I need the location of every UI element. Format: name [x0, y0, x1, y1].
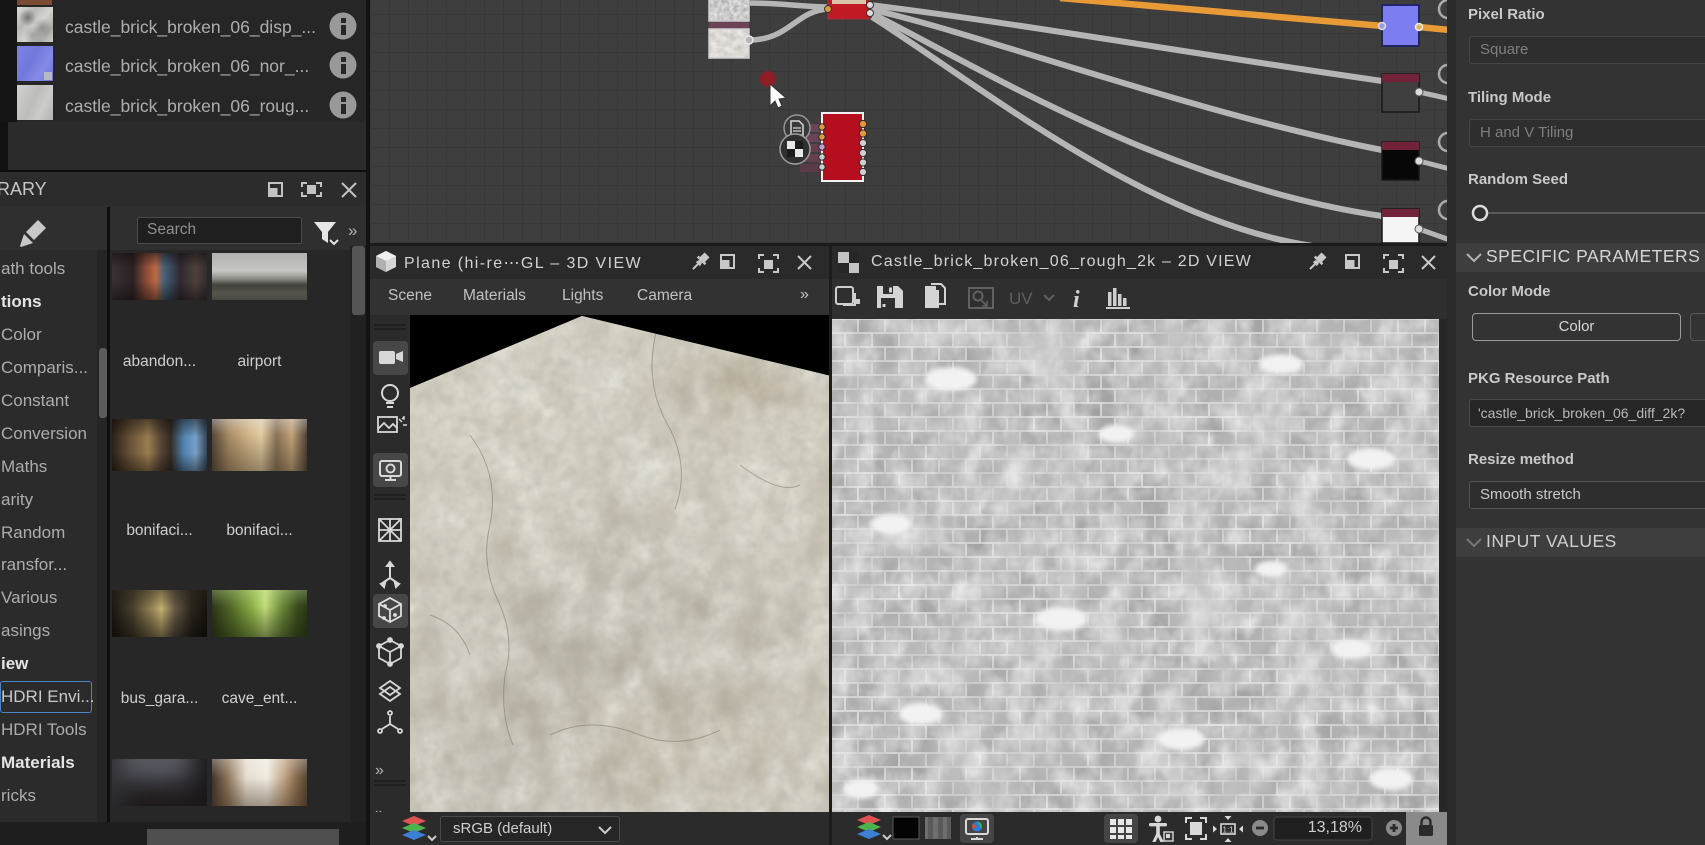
svg-text:»: »: [375, 805, 384, 812]
svg-text:UV: UV: [1009, 289, 1033, 308]
svg-text:i: i: [1073, 287, 1080, 313]
svg-text:»: »: [348, 221, 357, 240]
svg-text:»: »: [375, 762, 384, 779]
svg-text:1:1: 1:1: [1223, 826, 1235, 835]
